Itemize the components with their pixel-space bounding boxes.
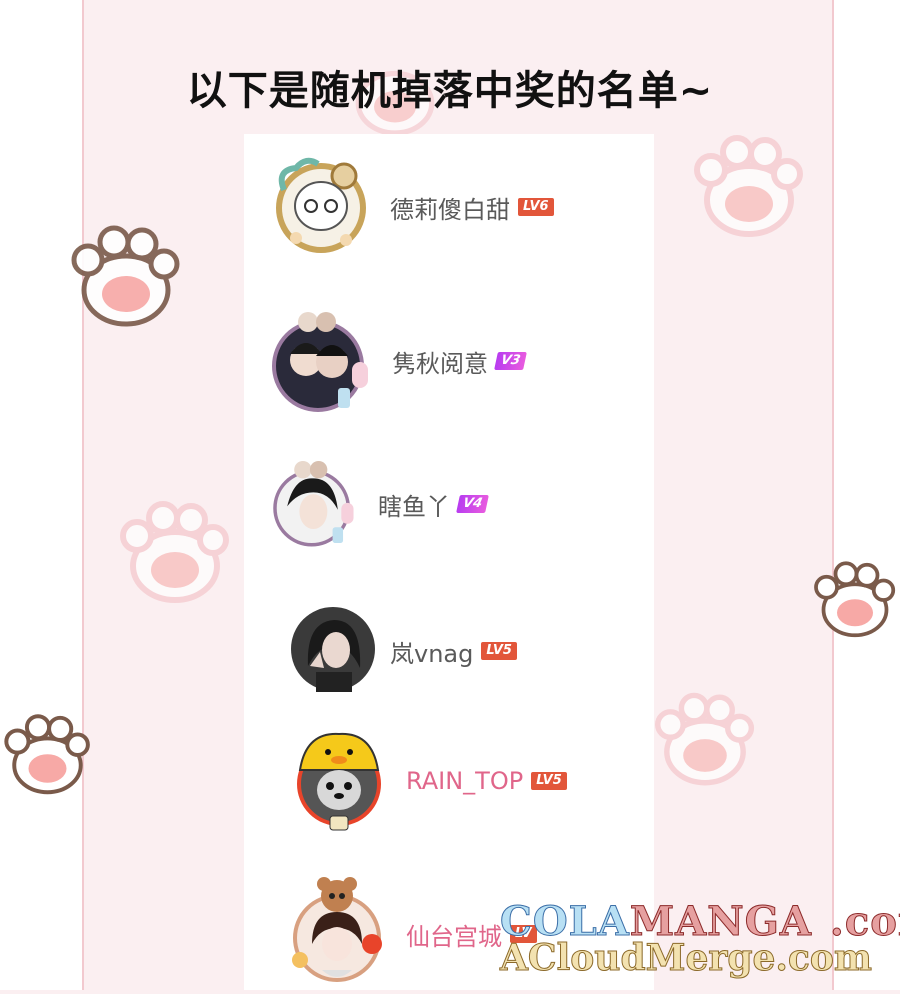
vip-badge: V3 [494,352,528,370]
page-title: 以下是随机掉落中奖的名单~ [186,68,714,114]
vip-badge: V4 [456,495,490,513]
duck-hat-dog-avatar-icon [286,726,392,836]
right-page-margin [832,0,900,990]
winner-name: 隽秋阅意 [392,349,488,378]
watermark-line-2: ACloudMerge.com [499,937,872,980]
winner-item[interactable]: RAIN_TOP LV5 [286,726,567,836]
winner-list-card: 德莉傻白甜 LV6 隽秋阅意 V3 瞎鱼丫 V4 岚vnag LV5 RAIN_… [244,134,654,990]
winner-item[interactable]: 德莉傻白甜 LV6 [266,150,554,264]
winner-name: RAIN_TOP [406,767,524,795]
winner-name: 瞎鱼丫 [378,492,450,521]
paw-print-icon [650,690,760,790]
winner-name: 仙台宫城 [406,922,502,951]
paw-print-icon [684,132,814,242]
winner-item[interactable]: 隽秋阅意 V3 [268,304,528,418]
site-watermark: COLAMANGA.com ACloudMerge.com [499,898,900,980]
winner-item[interactable]: 瞎鱼丫 V4 [268,454,490,554]
winner-name: 德莉傻白甜 [390,195,510,224]
paw-print-icon [0,700,95,810]
paw-print-icon [66,222,186,332]
level-badge: LV5 [481,642,517,660]
winner-name: 岚vnag [390,639,474,668]
level-badge: LV5 [531,772,567,790]
winner-item[interactable]: 岚vnag LV5 [290,606,517,696]
level-badge: LV6 [518,198,554,216]
bear-girl-avatar-icon [282,874,392,994]
anime-girl-avatar-icon [268,454,364,554]
paw-print-icon [110,498,240,608]
ghost-character-avatar-icon [266,150,376,264]
anime-couple-avatar-icon [268,304,378,418]
left-page-margin [0,0,84,990]
winner-item[interactable]: 仙台宫城 LV [282,874,537,994]
paw-print-icon [810,540,900,660]
girl-photo-avatar-icon [290,606,376,696]
